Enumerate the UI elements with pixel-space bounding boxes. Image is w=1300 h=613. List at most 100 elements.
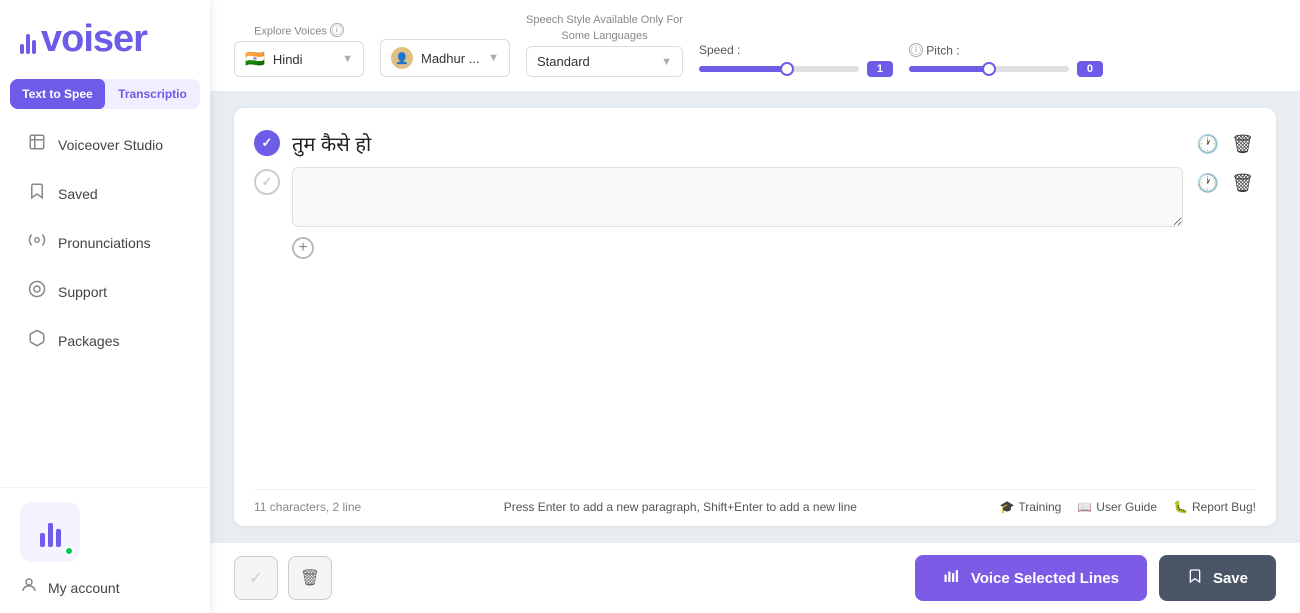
speed-value: 1 (867, 61, 893, 77)
speed-track[interactable] (699, 66, 859, 72)
pitch-thumb[interactable] (982, 62, 996, 76)
trash-icon: 🗑 (300, 568, 320, 588)
speech-style-label: Speech Style Available Only For (526, 14, 683, 26)
language-value: Hindi (273, 52, 303, 67)
line-1-row: ✓ तुम कैसे हो 🕐 🗑 (254, 128, 1256, 157)
speed-control: Speed : 1 (699, 43, 893, 77)
save-button[interactable]: Save (1159, 555, 1276, 601)
user-guide-icon: 📖 (1077, 500, 1092, 514)
voice-select[interactable]: 👤 Madhur ... ▼ (380, 39, 510, 77)
packages-label: Packages (58, 333, 119, 349)
voice-avatar-icon: 👤 (391, 47, 413, 69)
bottom-left-actions: ✓ 🗑 (234, 556, 332, 600)
language-select[interactable]: 🇮🇳 Hindi ▼ (234, 41, 364, 77)
footer-hint: Press Enter to add a new paragraph, Shif… (504, 500, 857, 514)
saved-icon (28, 182, 46, 205)
sidebar-item-voiceover-studio[interactable]: Voiceover Studio (8, 121, 202, 168)
support-icon (28, 280, 46, 303)
speed-label: Speed : (699, 43, 893, 57)
line-2-actions: 🕐 🗑 (1195, 171, 1256, 196)
voice-placeholder-label (380, 23, 510, 35)
sidebar-item-support[interactable]: Support (8, 268, 202, 315)
speed-slider-wrapper: 1 (699, 61, 893, 77)
pronunciations-icon (28, 231, 46, 254)
pitch-control: ⓘ Pitch : 0 (909, 43, 1103, 78)
style-chevron-icon: ▼ (661, 56, 672, 68)
training-icon: 🎓 (999, 500, 1014, 514)
check-mark-icon: ✓ (262, 135, 273, 151)
style-select[interactable]: Standard ▼ (526, 46, 683, 77)
online-indicator (64, 546, 74, 556)
tab-row: Text to Spee Transcriptio (10, 79, 200, 109)
logo-bar-1 (20, 44, 24, 54)
select-all-button[interactable]: ✓ (234, 556, 278, 600)
pitch-value: 0 (1077, 61, 1103, 77)
delete-selected-button[interactable]: 🗑 (288, 556, 332, 600)
voice-control: 👤 Madhur ... ▼ (380, 23, 510, 77)
line-2-history-icon[interactable]: 🕐 (1195, 171, 1221, 196)
speed-thumb[interactable] (780, 62, 794, 76)
logo-bar-3 (32, 40, 36, 54)
report-bug-link[interactable]: 🐛 Report Bug! (1173, 500, 1256, 514)
line-2-checkbox[interactable]: ✓ (254, 169, 280, 195)
voiceover-studio-icon (28, 133, 46, 156)
my-account-row[interactable]: My account (20, 576, 190, 599)
voice-selected-lines-button[interactable]: Voice Selected Lines (915, 555, 1147, 601)
support-label: Support (58, 284, 107, 300)
logo-area: voiser (0, 0, 210, 71)
line-2-row: ✓ 🕐 🗑 (254, 167, 1256, 227)
sidebar-item-packages[interactable]: Packages (8, 317, 202, 364)
add-line-button[interactable]: + (292, 237, 314, 259)
nav-items: Voiceover Studio Saved Pronunciations Su… (0, 119, 210, 487)
footer-links: 🎓 Training 📖 User Guide 🐛 Report Bug! (999, 500, 1256, 514)
line-1-history-icon[interactable]: 🕐 (1195, 132, 1221, 157)
logo-icon (20, 26, 36, 54)
save-label: Save (1213, 570, 1248, 587)
editor-footer: 11 characters, 2 line Press Enter to add… (254, 489, 1256, 514)
main-content: Explore Voices ⓘ 🇮🇳 Hindi ▼ 👤 Madhur ...… (210, 0, 1300, 613)
line-1-actions: 🕐 🗑 (1195, 132, 1256, 157)
style-value: Standard (537, 54, 590, 69)
save-icon (1187, 568, 1203, 588)
voice-value: Madhur ... (421, 51, 480, 66)
logo-bar-2 (26, 34, 30, 54)
sidebar-item-pronunciations[interactable]: Pronunciations (8, 219, 202, 266)
bottom-bar: ✓ 🗑 Voice Selected Lines Save (210, 542, 1300, 613)
my-account-label: My account (48, 580, 120, 596)
pronunciations-label: Pronunciations (58, 235, 151, 251)
saved-label: Saved (58, 186, 98, 202)
pitch-fill (909, 66, 989, 72)
user-guide-label: User Guide (1096, 500, 1157, 514)
avatar-bars-icon (40, 517, 61, 547)
user-guide-link[interactable]: 📖 User Guide (1077, 500, 1157, 514)
editor-area: ✓ तुम कैसे हो 🕐 🗑 ✓ 🕐 🗑 (210, 92, 1300, 542)
tab-transcription[interactable]: Transcriptio (105, 79, 200, 109)
language-chevron-icon: ▼ (342, 53, 353, 65)
pitch-info-icon[interactable]: ⓘ (909, 43, 923, 57)
line-1-checkbox[interactable]: ✓ (254, 130, 280, 156)
voice-bars-icon (943, 567, 961, 589)
select-all-icon: ✓ (249, 568, 262, 588)
report-bug-icon: 🐛 (1173, 500, 1188, 514)
pitch-slider-wrapper: 0 (909, 61, 1103, 77)
sidebar: voiser Text to Spee Transcriptio Voiceov… (0, 0, 210, 613)
language-control: Explore Voices ⓘ 🇮🇳 Hindi ▼ (234, 23, 364, 78)
speed-fill (699, 66, 787, 72)
line-2-delete-icon[interactable]: 🗑 (1229, 171, 1256, 196)
line-1-delete-icon[interactable]: 🗑 (1229, 132, 1256, 157)
sidebar-bottom: My account (0, 487, 210, 613)
training-link[interactable]: 🎓 Training (999, 500, 1061, 514)
voiceover-studio-label: Voiceover Studio (58, 137, 163, 153)
line-1-text: तुम कैसे हो (292, 128, 1183, 157)
pitch-track[interactable] (909, 66, 1069, 72)
packages-icon (28, 329, 46, 352)
voice-chevron-icon: ▼ (488, 52, 499, 64)
line-2-input[interactable] (292, 167, 1183, 227)
explore-voices-info-icon[interactable]: ⓘ (330, 23, 344, 37)
avatar-widget (20, 502, 80, 562)
tab-text-to-speech[interactable]: Text to Spee (10, 79, 105, 109)
check-mark-2-icon: ✓ (262, 174, 273, 190)
account-icon (20, 576, 38, 599)
editor-card: ✓ तुम कैसे हो 🕐 🗑 ✓ 🕐 🗑 (234, 108, 1276, 526)
sidebar-item-saved[interactable]: Saved (8, 170, 202, 217)
